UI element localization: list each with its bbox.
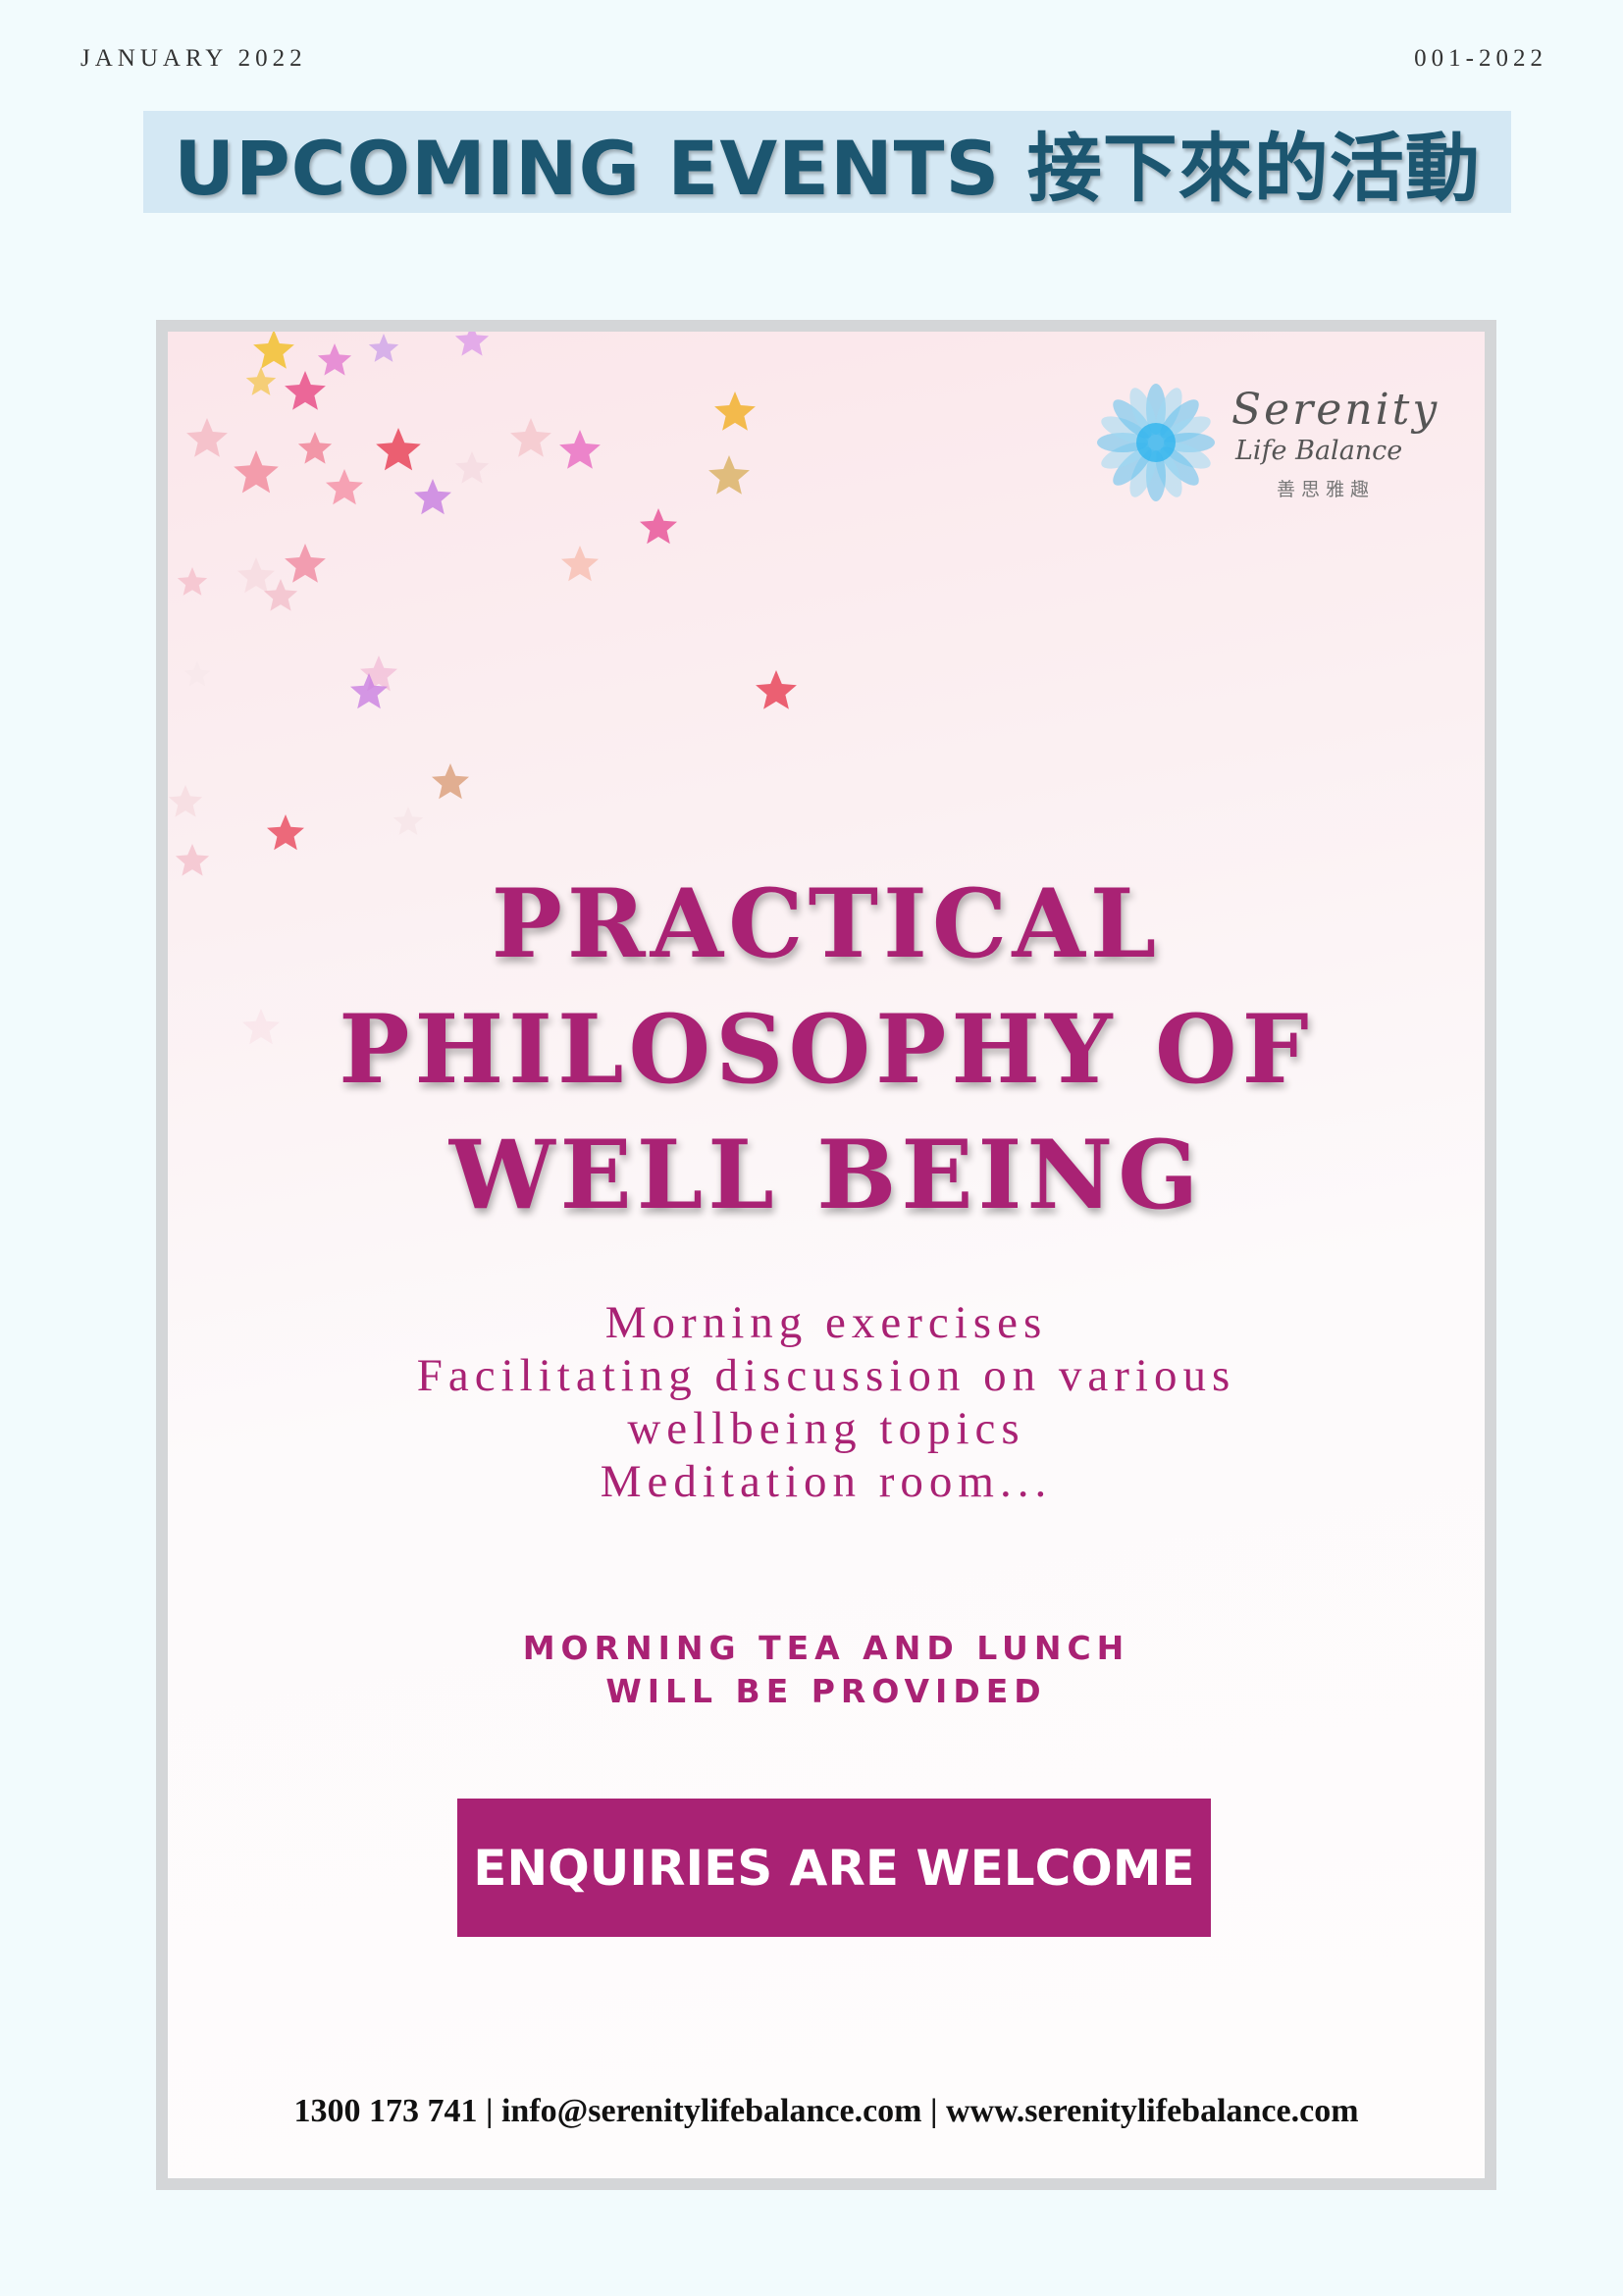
confetti-star: [454, 451, 490, 484]
confetti-star: [237, 557, 275, 594]
confetti-star: [177, 567, 208, 596]
confetti-star: [510, 418, 551, 457]
confetti-star: [559, 430, 601, 469]
section-title: UPCOMING EVENTS 接下來的活動: [174, 125, 1481, 212]
confetti-star: [183, 661, 211, 687]
confetti-star: [756, 670, 797, 709]
confetti-star: [285, 544, 326, 583]
description-line: Morning exercises: [604, 1297, 1048, 1348]
confetti-star: [263, 579, 298, 611]
headline-line: PRACTICAL: [491, 868, 1162, 979]
description-line: Meditation room...: [600, 1456, 1053, 1507]
catering-line: WILL BE PROVIDED: [605, 1672, 1047, 1710]
confetti-star: [253, 332, 294, 369]
confetti-star: [326, 469, 363, 505]
confetti-star: [297, 432, 333, 464]
catering-note: MORNING TEA AND LUNCH WILL BE PROVIDED: [168, 1627, 1485, 1713]
event-description: Morning exercises Facilitating discussio…: [168, 1296, 1485, 1508]
issue-date: JANUARY 2022: [80, 45, 307, 72]
contact-info: 1300 173 741 | info@serenitylifebalance.…: [293, 2093, 1359, 2129]
lotus-flower-icon: [1097, 384, 1215, 501]
event-poster: Serenity Life Balance 善思雅趣 PRACTICAL PHI…: [156, 320, 1496, 2190]
confetti-star: [376, 428, 421, 471]
confetti-star: [317, 343, 352, 376]
confetti-star: [640, 508, 677, 545]
description-line: wellbeing topics: [627, 1403, 1025, 1454]
headline-line: WELL BEING: [448, 1120, 1204, 1230]
confetti-star: [561, 546, 599, 582]
logo-chinese-name: 善思雅趣: [1277, 479, 1376, 500]
confetti-star: [267, 814, 304, 851]
description-line: Facilitating discussion on various: [416, 1350, 1236, 1401]
confetti-star: [168, 785, 203, 817]
lotus-center: [1136, 423, 1176, 462]
section-title-bar: UPCOMING EVENTS 接下來的活動: [143, 111, 1511, 213]
confetti-star: [368, 334, 399, 362]
confetti-star: [454, 332, 490, 356]
confetti-star: [234, 450, 279, 494]
logo-name: Serenity: [1231, 385, 1440, 435]
confetti-star: [285, 371, 326, 410]
catering-line: MORNING TEA AND LUNCH: [522, 1629, 1130, 1667]
confetti-star: [245, 367, 277, 395]
issue-number: 001-2022: [1414, 45, 1547, 72]
event-headline: PRACTICAL PHILOSOPHY OF WELL BEING: [168, 861, 1485, 1238]
enquiries-button[interactable]: ENQUIRIES ARE WELCOME: [457, 1799, 1211, 1937]
serenity-logo: Serenity Life Balance 善思雅趣: [1092, 379, 1455, 506]
confetti-star: [186, 418, 228, 457]
confetti-star: [708, 455, 750, 495]
headline-line: PHILOSOPHY OF: [339, 994, 1314, 1105]
confetti-star: [714, 391, 756, 431]
confetti-star: [432, 763, 469, 800]
logo-subtitle: Life Balance: [1235, 436, 1403, 466]
confetti-star: [414, 479, 451, 515]
confetti-star: [393, 807, 424, 835]
